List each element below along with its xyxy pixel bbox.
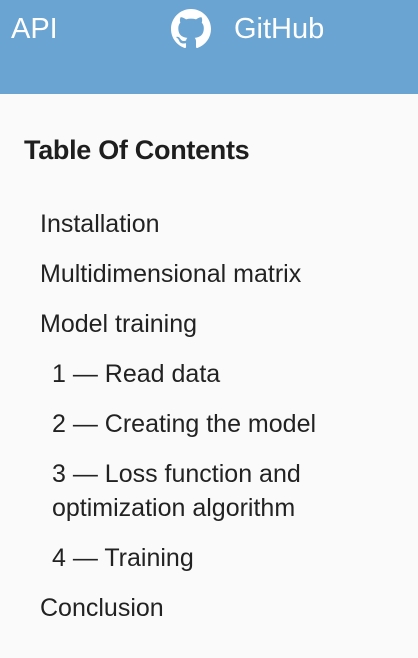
toc-item-creating-the-model[interactable]: 2 — Creating the model	[52, 407, 316, 441]
api-link[interactable]: API	[11, 11, 58, 47]
toc-item-read-data[interactable]: 1 — Read data	[52, 357, 220, 391]
github-icon[interactable]	[171, 9, 211, 49]
toc-item-installation[interactable]: Installation	[40, 207, 160, 241]
toc-item-conclusion[interactable]: Conclusion	[40, 591, 164, 625]
toc-item-model-training[interactable]: Model training	[40, 307, 197, 341]
github-link[interactable]: GitHub	[234, 11, 324, 47]
toc-item-training[interactable]: 4 — Training	[52, 541, 194, 575]
toc-item-multidimensional-matrix[interactable]: Multidimensional matrix	[40, 257, 301, 291]
top-header: API GitHub	[0, 0, 418, 94]
toc-title: Table Of Contents	[24, 135, 250, 165]
toc-item-loss-function[interactable]: 3 — Loss function and optimization algor…	[52, 457, 372, 525]
